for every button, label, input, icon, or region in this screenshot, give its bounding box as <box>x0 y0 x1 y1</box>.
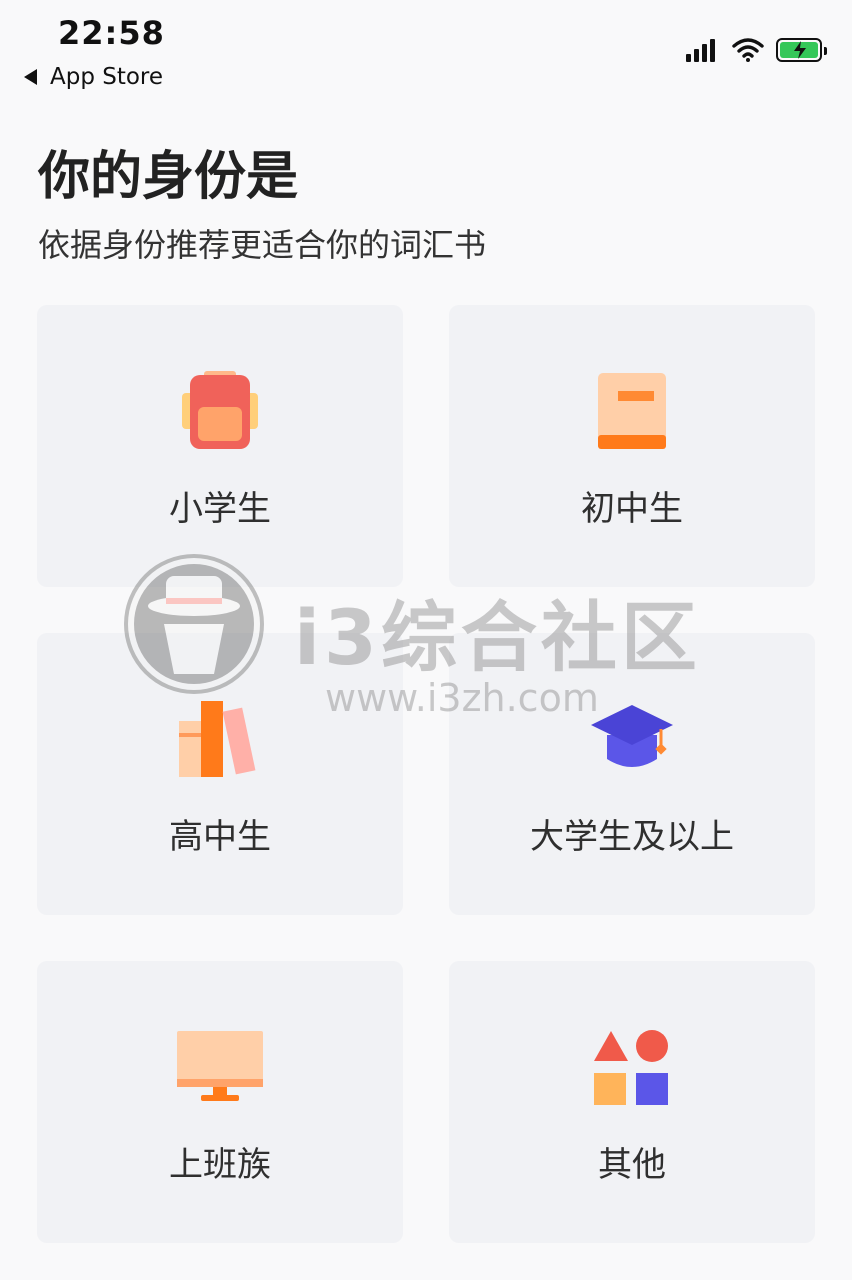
option-label: 其他 <box>598 1145 666 1185</box>
shapes-icon <box>587 1025 677 1109</box>
status-icons <box>686 38 827 62</box>
back-arrow-icon <box>24 69 37 85</box>
option-label: 小学生 <box>169 489 271 529</box>
option-label: 高中生 <box>169 817 271 857</box>
option-junior-high-card[interactable]: 初中生 <box>449 305 815 587</box>
status-bar: 22:58 App Store <box>0 0 852 100</box>
status-time: 22:58 <box>58 14 165 52</box>
option-other-card[interactable]: 其他 <box>449 961 815 1243</box>
monitor-icon <box>175 1025 265 1109</box>
option-label: 上班族 <box>169 1145 271 1185</box>
book-icon <box>587 369 677 453</box>
back-to-app-store-link[interactable]: App Store <box>24 64 163 90</box>
wifi-icon <box>732 38 764 62</box>
option-office-worker-card[interactable]: 上班族 <box>37 961 403 1243</box>
option-label: 初中生 <box>581 489 683 529</box>
option-senior-high-card[interactable]: 高中生 <box>37 633 403 915</box>
option-primary-school-card[interactable]: 小学生 <box>37 305 403 587</box>
page-title: 你的身份是 <box>38 147 299 207</box>
graduation-cap-icon <box>587 697 677 781</box>
books-stack-icon <box>175 697 265 781</box>
backpack-icon <box>175 369 265 453</box>
cellular-signal-icon <box>686 38 718 62</box>
option-label: 大学生及以上 <box>530 817 734 857</box>
back-app-label: App Store <box>50 64 164 90</box>
battery-charging-icon <box>776 38 827 62</box>
option-university-card[interactable]: 大学生及以上 <box>449 633 815 915</box>
page-subtitle: 依据身份推荐更适合你的词汇书 <box>38 226 487 264</box>
